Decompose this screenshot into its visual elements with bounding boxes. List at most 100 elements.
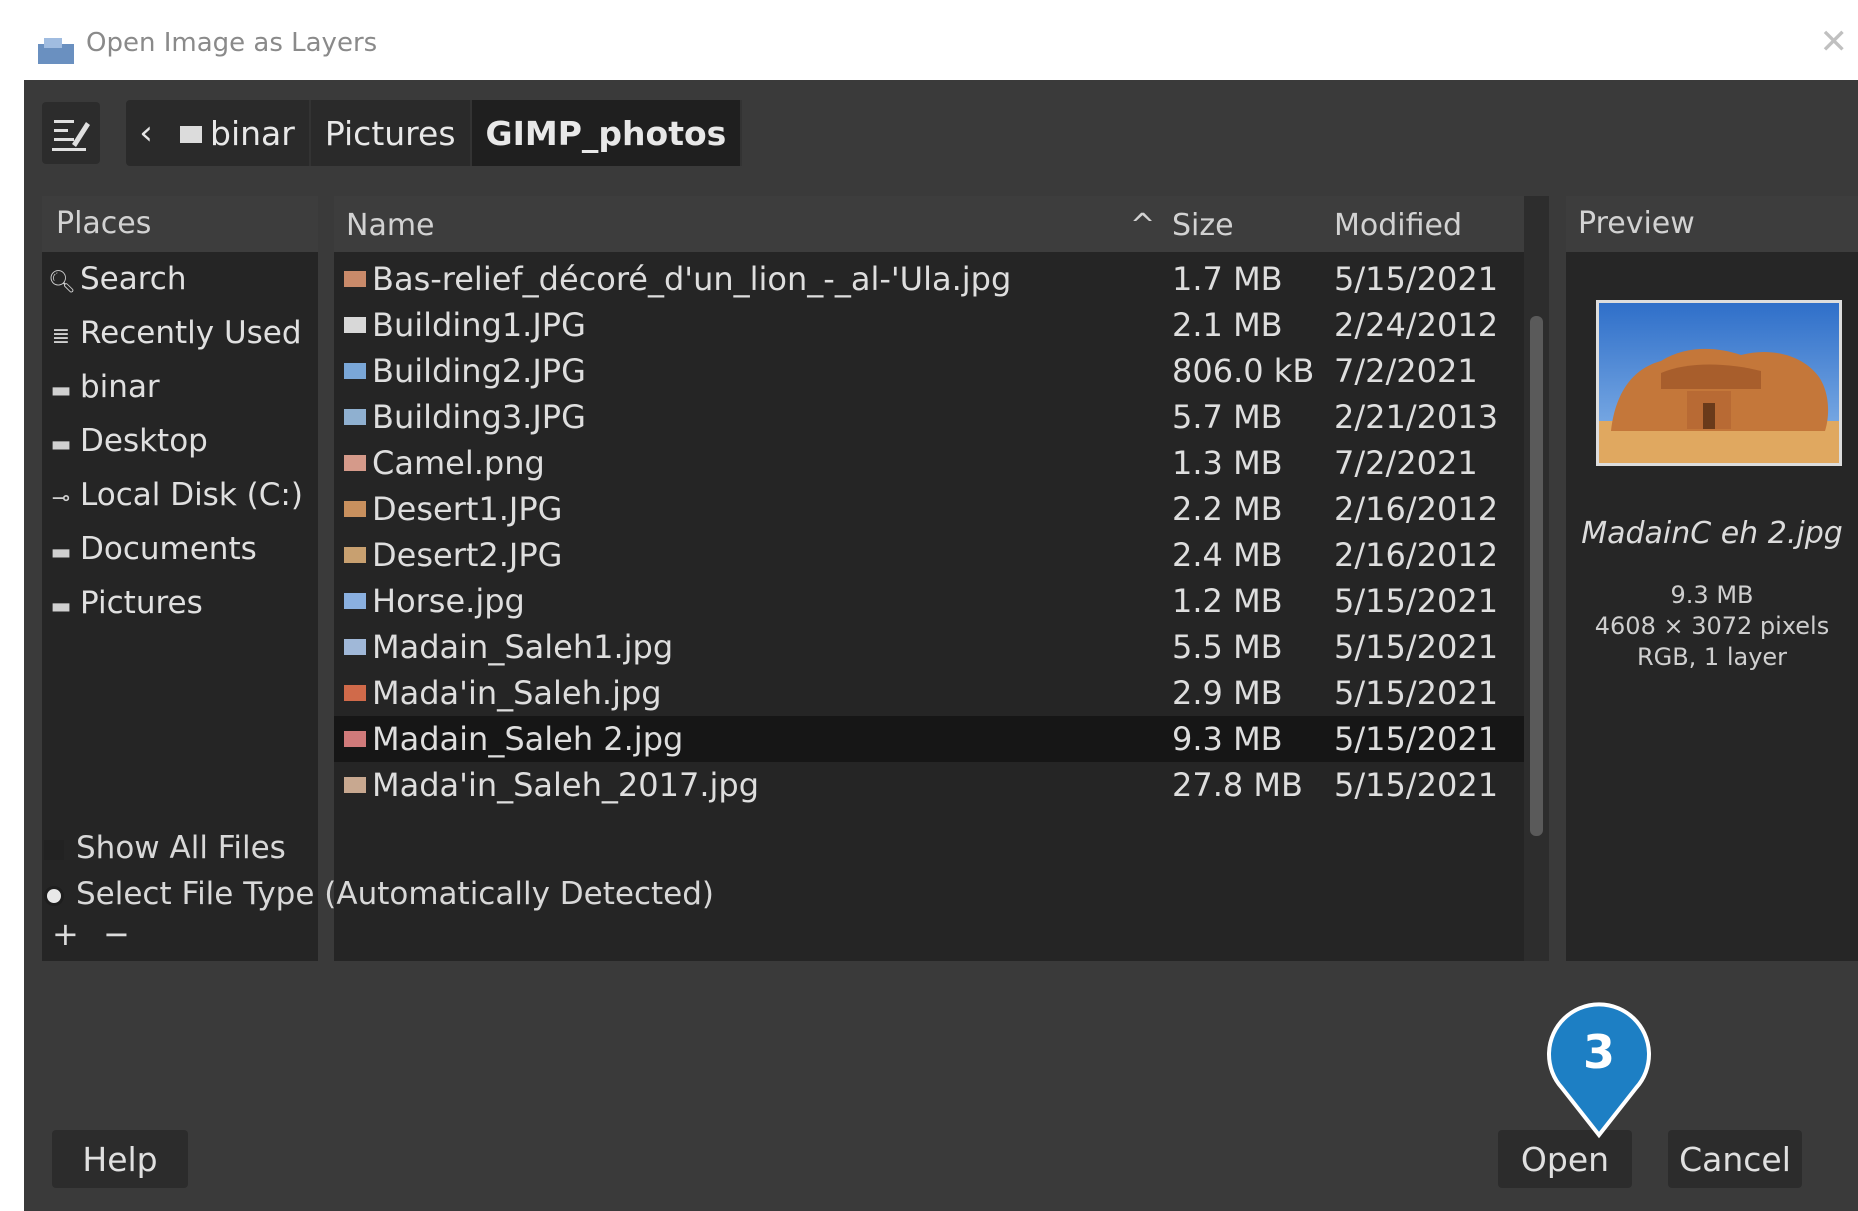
breadcrumb-label: binar bbox=[210, 113, 295, 153]
preview-panel: Preview MadainC eh 2.jpg 9.3 MB 4608 × 3… bbox=[1566, 196, 1858, 961]
place-search[interactable]: 🔍︎ Search bbox=[42, 252, 318, 306]
file-name: Building2.JPG bbox=[372, 352, 586, 390]
file-size: 806.0 kB bbox=[1172, 352, 1315, 390]
file-modified: 5/15/2021 bbox=[1334, 582, 1499, 620]
column-size[interactable]: Size bbox=[1172, 208, 1234, 243]
table-row[interactable]: Building1.JPG 2.1 MB 2/24/2012 bbox=[334, 302, 1524, 348]
place-label: Recently Used bbox=[80, 315, 302, 351]
table-row[interactable]: Building3.JPG 5.7 MB 2/21/2013 bbox=[334, 394, 1524, 440]
type-location-button[interactable] bbox=[42, 102, 100, 164]
image-file-icon bbox=[344, 777, 366, 793]
preview-dimensions: 4608 × 3072 pixels bbox=[1594, 612, 1830, 640]
open-image-dialog: Open Image as Layers ✕ ‹ binar Pictures … bbox=[24, 10, 1858, 1211]
file-size: 5.7 MB bbox=[1172, 398, 1283, 436]
close-icon[interactable]: ✕ bbox=[1820, 22, 1849, 62]
edit-location-icon bbox=[52, 120, 90, 151]
table-row[interactable]: Mada'in_Saleh_2017.jpg 27.8 MB 5/15/2021 bbox=[334, 762, 1524, 808]
file-list-scrollbar[interactable] bbox=[1524, 196, 1549, 961]
table-row[interactable]: Desert2.JPG 2.4 MB 2/16/2012 bbox=[334, 532, 1524, 578]
show-all-files-option[interactable]: Show All Files bbox=[44, 830, 286, 866]
preview-info: 9.3 MB 4608 × 3072 pixels RGB, 1 layer bbox=[1566, 580, 1858, 673]
image-file-icon bbox=[344, 455, 366, 471]
file-size: 27.8 MB bbox=[1172, 766, 1303, 804]
place-label: Documents bbox=[80, 531, 257, 567]
table-row[interactable]: Madain_Saleh1.jpg 5.5 MB 5/15/2021 bbox=[334, 624, 1524, 670]
window-title: Open Image as Layers bbox=[86, 28, 378, 58]
file-modified: 7/2/2021 bbox=[1334, 444, 1478, 482]
table-row[interactable]: Madain_Saleh 2.jpg 9.3 MB 5/15/2021 bbox=[334, 716, 1524, 762]
cancel-button[interactable]: Cancel bbox=[1668, 1130, 1802, 1188]
image-file-icon bbox=[344, 639, 366, 655]
preview-size: 9.3 MB bbox=[1670, 581, 1754, 609]
image-file-icon bbox=[344, 731, 366, 747]
file-modified: 5/15/2021 bbox=[1334, 720, 1499, 758]
folder-icon: ▬ bbox=[50, 432, 72, 457]
file-name: Building1.JPG bbox=[372, 306, 586, 344]
file-type-option[interactable]: Select File Type (Automatically Detected… bbox=[44, 876, 714, 912]
image-file-icon bbox=[344, 547, 366, 563]
file-modified: 5/15/2021 bbox=[1334, 628, 1499, 666]
table-row[interactable]: Bas-relief_décoré_d'un_lion_-_al-'Ula.jp… bbox=[334, 256, 1524, 302]
file-name: Madain_Saleh1.jpg bbox=[372, 628, 674, 666]
step-callout-marker: 3 bbox=[1547, 1002, 1651, 1139]
place-label: binar bbox=[80, 369, 160, 405]
place-recently-used[interactable]: ≣ Recently Used bbox=[42, 306, 318, 360]
place-local-disk[interactable]: ⊸ Local Disk (C:) bbox=[42, 468, 318, 522]
image-file-icon bbox=[344, 501, 366, 517]
place-label: Desktop bbox=[80, 423, 208, 459]
recent-icon: ≣ bbox=[51, 324, 71, 349]
file-name: Building3.JPG bbox=[372, 398, 586, 436]
file-modified: 2/21/2013 bbox=[1334, 398, 1499, 436]
breadcrumb-item-binar[interactable]: binar bbox=[166, 100, 311, 166]
table-row[interactable]: Horse.jpg 1.2 MB 5/15/2021 bbox=[334, 578, 1524, 624]
preview-thumbnail bbox=[1596, 300, 1842, 466]
gimp-app-icon bbox=[38, 38, 74, 64]
folder-icon: ▬ bbox=[50, 594, 72, 619]
column-name[interactable]: Name bbox=[346, 208, 435, 243]
table-row[interactable]: Building2.JPG 806.0 kB 7/2/2021 bbox=[334, 348, 1524, 394]
breadcrumb-item-gimp-photos[interactable]: GIMP_photos bbox=[471, 100, 743, 166]
file-list: Name ^ Size Modified Bas-relief_décoré_d… bbox=[334, 196, 1549, 961]
place-documents[interactable]: ▬ Documents bbox=[42, 522, 318, 576]
file-modified: 5/15/2021 bbox=[1334, 766, 1499, 804]
column-modified[interactable]: Modified bbox=[1334, 208, 1462, 243]
breadcrumb: ‹ binar Pictures GIMP_photos bbox=[126, 100, 743, 166]
place-pictures[interactable]: ▬ Pictures bbox=[42, 576, 318, 630]
places-header: Places bbox=[42, 196, 318, 252]
place-label: Pictures bbox=[80, 585, 203, 621]
table-row[interactable]: Mada'in_Saleh.jpg 2.9 MB 5/15/2021 bbox=[334, 670, 1524, 716]
file-type-expander[interactable] bbox=[44, 885, 64, 906]
file-name: Mada'in_Saleh_2017.jpg bbox=[372, 766, 760, 804]
file-name: Desert1.JPG bbox=[372, 490, 563, 528]
breadcrumb-item-pictures[interactable]: Pictures bbox=[311, 100, 472, 166]
file-name: Mada'in_Saleh.jpg bbox=[372, 674, 662, 712]
drive-icon: ⊸ bbox=[51, 486, 71, 511]
place-label: Local Disk (C:) bbox=[80, 477, 303, 513]
file-size: 1.3 MB bbox=[1172, 444, 1283, 482]
image-file-icon bbox=[344, 363, 366, 379]
file-name: Madain_Saleh 2.jpg bbox=[372, 720, 684, 758]
image-file-icon bbox=[344, 317, 366, 333]
place-binar[interactable]: ▬ binar bbox=[42, 360, 318, 414]
breadcrumb-back-button[interactable]: ‹ bbox=[126, 100, 166, 166]
show-all-files-checkbox[interactable] bbox=[44, 839, 64, 860]
help-button[interactable]: Help bbox=[52, 1130, 188, 1188]
add-place-button[interactable]: + bbox=[52, 915, 79, 953]
place-desktop[interactable]: ▬ Desktop bbox=[42, 414, 318, 468]
place-label: Search bbox=[80, 261, 187, 297]
file-modified: 7/2/2021 bbox=[1334, 352, 1478, 390]
preview-header: Preview bbox=[1566, 196, 1858, 252]
file-size: 2.4 MB bbox=[1172, 536, 1283, 574]
folder-icon bbox=[180, 125, 202, 143]
places-add-remove: + − bbox=[52, 915, 130, 953]
sort-ascending-icon[interactable]: ^ bbox=[1130, 208, 1155, 243]
file-name: Desert2.JPG bbox=[372, 536, 563, 574]
scroll-thumb[interactable] bbox=[1530, 316, 1543, 836]
preview-filename: MadainC eh 2.jpg bbox=[1581, 516, 1843, 551]
image-file-icon bbox=[344, 685, 366, 701]
table-row[interactable]: Desert1.JPG 2.2 MB 2/16/2012 bbox=[334, 486, 1524, 532]
file-size: 2.9 MB bbox=[1172, 674, 1283, 712]
table-row[interactable]: Camel.png 1.3 MB 7/2/2021 bbox=[334, 440, 1524, 486]
remove-place-button[interactable]: − bbox=[103, 915, 130, 953]
file-rows: Bas-relief_décoré_d'un_lion_-_al-'Ula.jp… bbox=[334, 252, 1524, 961]
